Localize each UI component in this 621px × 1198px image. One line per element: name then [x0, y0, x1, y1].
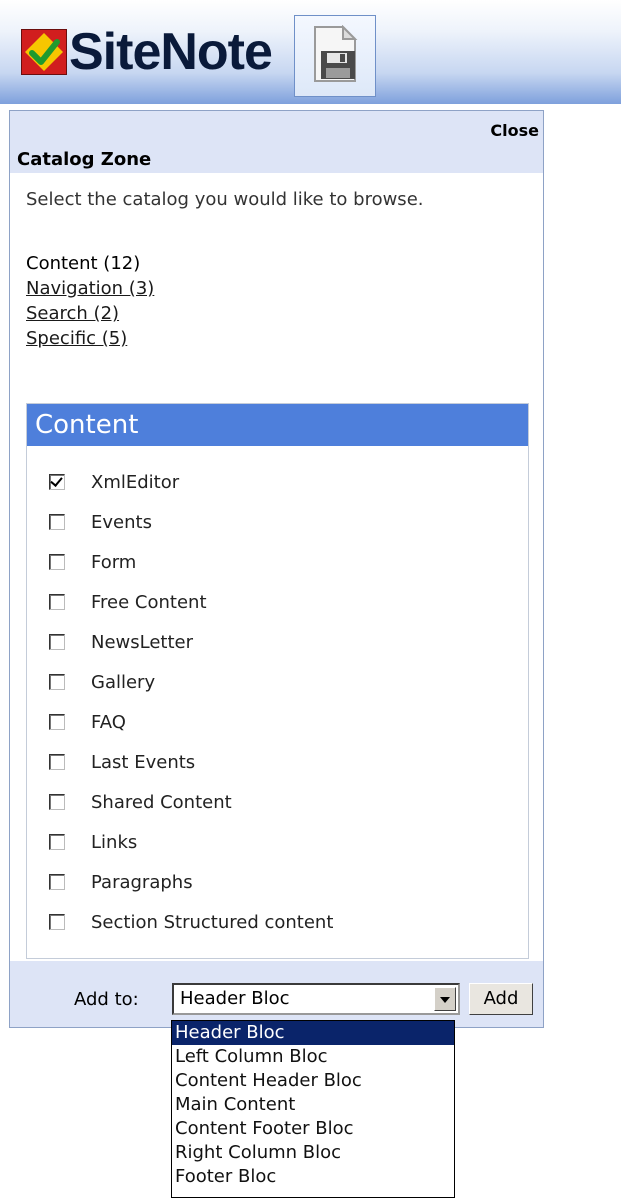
zone-option-content-footer-bloc[interactable]: Content Footer Bloc — [172, 1117, 454, 1141]
catalog-link-navigation[interactable]: Navigation (3) — [26, 276, 154, 301]
catalog-part-shared-content: Shared Content — [49, 782, 333, 822]
zone-option-left-column-bloc[interactable]: Left Column Bloc — [172, 1045, 454, 1069]
catalog-zone-header: Close Catalog Zone — [10, 111, 543, 173]
content-item-list: XmlEditor Events Form Free Content NewsL… — [49, 462, 333, 942]
catalog-part-faq: FAQ — [49, 702, 333, 742]
part-label: Shared Content — [91, 791, 232, 813]
sitenote-logo: SiteNote — [21, 22, 273, 82]
part-label: NewsLetter — [91, 631, 194, 653]
chevron-down-icon[interactable] — [434, 987, 456, 1011]
part-label: Events — [91, 511, 152, 533]
part-checkbox[interactable] — [49, 554, 65, 570]
part-checkbox[interactable] — [49, 834, 65, 850]
catalog-part-section-structured-content: Section Structured content — [49, 902, 333, 942]
zone-option-header-bloc[interactable]: Header Bloc — [172, 1021, 454, 1045]
part-label: Paragraphs — [91, 871, 193, 893]
logo-text: SiteNote — [69, 23, 273, 81]
catalog-zone-panel: Close Catalog Zone Select the catalog yo… — [9, 110, 544, 1028]
content-catalog-title: Content — [27, 404, 528, 446]
catalog-link-specific[interactable]: Specific (5) — [26, 326, 154, 351]
catalog-zone-title: Catalog Zone — [17, 149, 152, 170]
zone-option-content-header-bloc[interactable]: Content Header Bloc — [172, 1069, 454, 1093]
zone-dropdown-list: Header Bloc Left Column Bloc Content Hea… — [171, 1020, 455, 1198]
part-checkbox[interactable] — [49, 514, 65, 530]
zone-select-value: Header Bloc — [180, 988, 290, 1009]
zone-option-right-column-bloc[interactable]: Right Column Bloc — [172, 1141, 454, 1165]
part-checkbox[interactable] — [49, 674, 65, 690]
part-checkbox[interactable] — [49, 714, 65, 730]
catalog-part-newsletter: NewsLetter — [49, 622, 333, 662]
part-label: Free Content — [91, 591, 207, 613]
part-checkbox[interactable] — [49, 874, 65, 890]
save-button[interactable] — [294, 15, 376, 97]
part-label: XmlEditor — [91, 471, 180, 493]
catalog-part-gallery: Gallery — [49, 662, 333, 702]
part-label: Form — [91, 551, 137, 573]
floppy-save-icon — [309, 24, 361, 87]
catalog-part-paragraphs: Paragraphs — [49, 862, 333, 902]
part-checkbox[interactable] — [49, 754, 65, 770]
sitenote-check-icon — [21, 29, 67, 75]
zone-option-footer-bloc[interactable]: Footer Bloc — [172, 1165, 454, 1189]
catalog-zone-footer: Add to: Header Bloc Add — [10, 961, 543, 1027]
add-button[interactable]: Add — [469, 983, 533, 1015]
zone-option-main-content[interactable]: Main Content — [172, 1093, 454, 1117]
part-checkbox[interactable] — [49, 914, 65, 930]
catalog-part-last-events: Last Events — [49, 742, 333, 782]
part-checkbox[interactable] — [49, 474, 65, 490]
part-label: Links — [91, 831, 138, 853]
catalog-part-form: Form — [49, 542, 333, 582]
add-to-label: Add to: — [74, 989, 139, 1010]
catalog-list: Content (12) Navigation (3) Search (2) S… — [26, 251, 154, 351]
part-checkbox[interactable] — [49, 634, 65, 650]
catalog-link-search[interactable]: Search (2) — [26, 301, 154, 326]
catalog-part-xmleditor: XmlEditor — [49, 462, 333, 502]
close-link[interactable]: Close — [490, 121, 539, 140]
catalog-part-free-content: Free Content — [49, 582, 333, 622]
catalog-part-links: Links — [49, 822, 333, 862]
part-label: Section Structured content — [91, 911, 334, 933]
catalog-item-content: Content (12) — [26, 253, 141, 274]
part-label: Last Events — [91, 751, 196, 773]
part-label: FAQ — [91, 711, 126, 733]
part-checkbox[interactable] — [49, 594, 65, 610]
content-catalog-box: Content XmlEditor Events Form Free Conte… — [26, 403, 529, 959]
app-header: SiteNote — [0, 0, 621, 104]
part-checkbox[interactable] — [49, 794, 65, 810]
part-label: Gallery — [91, 671, 156, 693]
catalog-instructions: Select the catalog you would like to bro… — [26, 189, 424, 210]
zone-select[interactable]: Header Bloc — [172, 983, 460, 1015]
catalog-part-events: Events — [49, 502, 333, 542]
